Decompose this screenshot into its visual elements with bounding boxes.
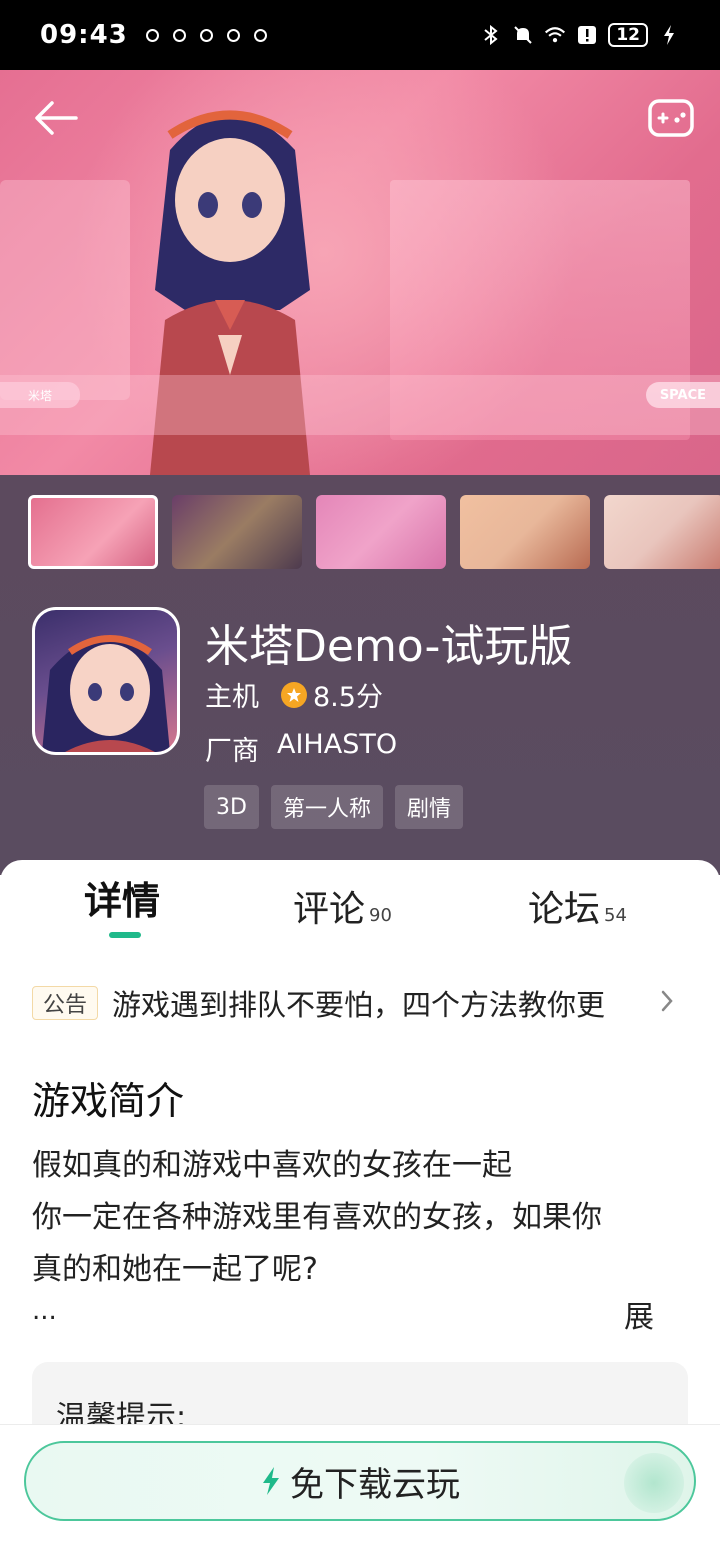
game-info-panel: 米塔Demo-试玩版 主机 8.5分 厂商 AIHASTO 3D 第一人称 剧情: [0, 475, 720, 875]
notification-icon: [199, 28, 213, 42]
charging-icon: [658, 24, 680, 46]
active-tab-indicator: [109, 932, 141, 938]
rating-value: 8.5分: [313, 682, 383, 713]
platform-label: 主机: [205, 682, 259, 713]
tab-forum[interactable]: 论坛 54: [528, 880, 627, 932]
vendor-label: 厂商: [205, 736, 259, 767]
gamepad-icon: [648, 99, 694, 137]
chevron-right-icon: [660, 989, 674, 1017]
game-meta-row: 主机 8.5分: [205, 675, 383, 714]
hero-screenshot[interactable]: 米塔 SPACE: [0, 70, 720, 475]
tab-bar: 详情 评论 90 论坛 54: [0, 870, 720, 940]
hero-speaker-label: 米塔: [0, 382, 80, 408]
status-bar: 09:43 12: [0, 0, 720, 70]
hero-dialog-box: [0, 375, 720, 435]
cloud-play-label: 免下载云玩: [290, 1464, 460, 1505]
tab-reviews-count: 90: [369, 905, 392, 926]
notification-icon: [253, 28, 267, 42]
cloud-decoration: [624, 1453, 684, 1513]
tab-reviews-label: 评论: [293, 889, 366, 930]
intro-description: 假如真的和游戏中喜欢的女孩在一起 你一定在各种游戏里有喜欢的女孩，如果你 真的和…: [32, 1140, 682, 1296]
announcement-text: 游戏遇到排队不要怕，四个方法教你更: [112, 988, 606, 1022]
bottom-action-bar: 免下载云玩: [0, 1424, 720, 1560]
back-button[interactable]: [30, 96, 82, 140]
announcement-bar[interactable]: 公告 游戏遇到排队不要怕，四个方法教你更: [32, 978, 692, 1028]
lightning-icon: [263, 1467, 279, 1495]
tag-chip[interactable]: 剧情: [394, 785, 463, 829]
screenshot-thumbnail[interactable]: [460, 495, 590, 569]
notification-icon: [145, 28, 159, 42]
tab-forum-count: 54: [604, 905, 627, 926]
screenshot-thumbnails: [28, 495, 720, 569]
announcement-badge: 公告: [32, 986, 99, 1020]
star-icon: [281, 681, 307, 708]
tab-details-label: 详情: [84, 879, 161, 923]
hero-space-label: SPACE: [645, 382, 720, 408]
battery-indicator: 12: [608, 23, 648, 47]
screenshot-thumbnail[interactable]: [28, 495, 158, 569]
screenshot-thumbnail[interactable]: [172, 495, 302, 569]
screenshot-thumbnail[interactable]: [604, 495, 720, 569]
notification-icon: [172, 28, 186, 42]
intro-ellipsis: ...: [32, 1296, 57, 1326]
status-time: 09:43: [40, 20, 128, 50]
bluetooth-icon: [480, 24, 502, 46]
tag-chip[interactable]: 3D: [204, 785, 259, 829]
intro-line: 真的和她在一起了呢?: [32, 1252, 318, 1287]
wifi-icon: [544, 24, 566, 46]
game-title: 米塔Demo-试玩版: [205, 621, 573, 672]
mute-bell-icon: [512, 24, 534, 46]
vendor-name[interactable]: AIHASTO: [277, 729, 397, 768]
tab-details[interactable]: 详情: [84, 870, 160, 925]
intro-title: 游戏简介: [32, 1079, 185, 1123]
vendor-row: 厂商 AIHASTO: [205, 729, 397, 768]
tag-list: 3D 第一人称 剧情: [204, 785, 463, 829]
game-icon: [32, 607, 180, 755]
tag-chip[interactable]: 第一人称: [270, 785, 383, 829]
gamepad-button[interactable]: [646, 96, 696, 140]
intro-line: 你一定在各种游戏里有喜欢的女孩，如果你: [32, 1200, 602, 1235]
notification-icons: [145, 28, 267, 42]
intro-line: 假如真的和游戏中喜欢的女孩在一起: [32, 1148, 512, 1183]
alert-icon: [576, 24, 598, 46]
tab-forum-label: 论坛: [528, 889, 601, 930]
notification-icon: [226, 28, 240, 42]
screenshot-thumbnail[interactable]: [316, 495, 446, 569]
cloud-play-button[interactable]: 免下载云玩: [24, 1441, 696, 1521]
tab-reviews[interactable]: 评论 90: [293, 880, 392, 932]
expand-button[interactable]: 展: [624, 1292, 654, 1336]
arrow-left-icon: [35, 101, 78, 135]
